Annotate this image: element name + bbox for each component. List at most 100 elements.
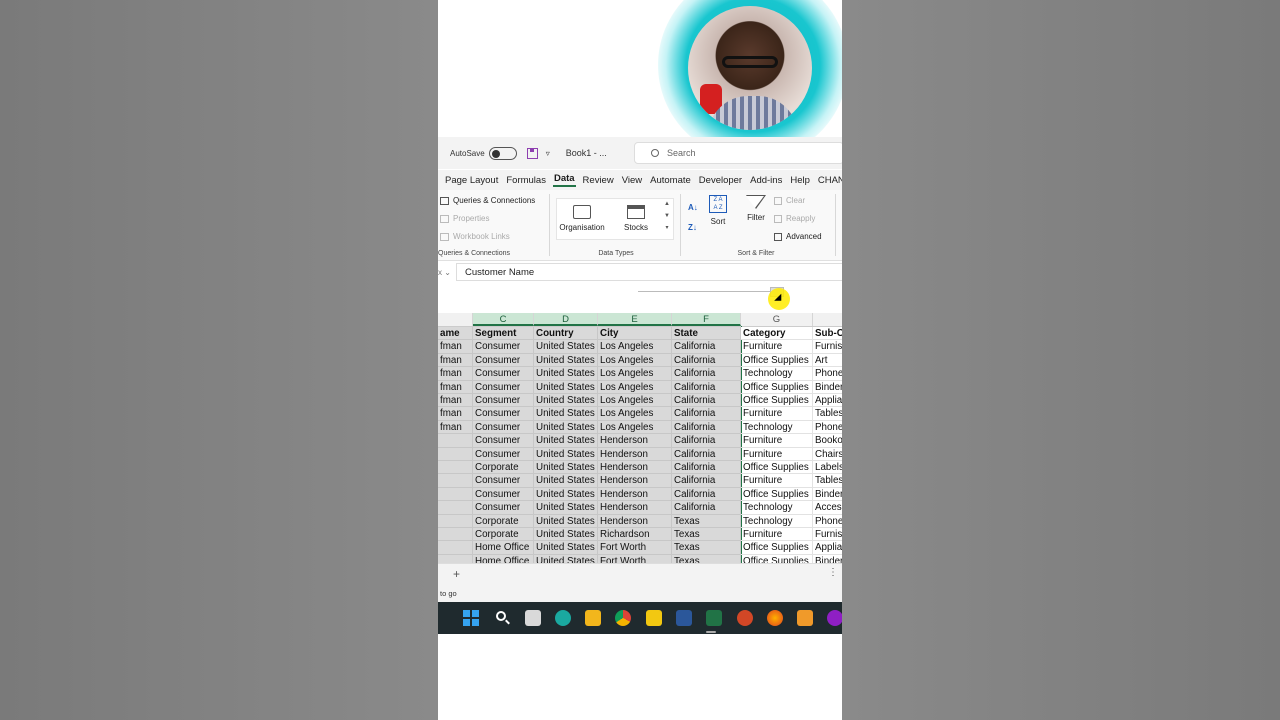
- tab-help[interactable]: Help: [789, 175, 811, 186]
- cell[interactable]: Henderson: [598, 487, 672, 502]
- cell[interactable]: [438, 528, 473, 542]
- cell[interactable]: United States: [534, 528, 598, 542]
- search-input[interactable]: Search: [634, 142, 842, 164]
- add-sheet-button[interactable]: +: [453, 567, 460, 581]
- excel-icon[interactable]: [706, 610, 722, 626]
- cell[interactable]: Consumer: [473, 394, 534, 408]
- column-header-col-g[interactable]: G: [741, 313, 813, 326]
- cell[interactable]: Technology: [741, 501, 813, 515]
- more-options-icon[interactable]: ⋮: [828, 567, 838, 578]
- cell[interactable]: Furniture: [741, 434, 813, 448]
- column-header-col-d[interactable]: D: [534, 313, 598, 326]
- cell[interactable]: Texas: [672, 554, 741, 563]
- column-header-col-c[interactable]: C: [473, 313, 534, 326]
- chrome-icon[interactable]: [615, 610, 631, 626]
- cell[interactable]: Corporate: [473, 461, 534, 475]
- taskbar-search-icon[interactable]: [495, 610, 511, 626]
- cell[interactable]: Office Supplies: [741, 394, 813, 408]
- cell[interactable]: fman: [438, 367, 473, 381]
- cell[interactable]: Office Supplies: [741, 380, 813, 394]
- tab-automate[interactable]: Automate: [649, 175, 692, 186]
- cell[interactable]: Henderson: [598, 434, 672, 448]
- sort-button[interactable]: Z AA Z Sort: [706, 195, 730, 226]
- properties-button[interactable]: Properties: [440, 214, 489, 223]
- cell[interactable]: Furniture: [741, 447, 813, 461]
- cell[interactable]: [438, 501, 473, 515]
- cell[interactable]: fman: [438, 407, 473, 421]
- queries-connections-button[interactable]: Queries & Connections: [440, 196, 535, 205]
- stocks-button[interactable]: Stocks: [611, 203, 661, 232]
- cell[interactable]: Los Angeles: [598, 420, 672, 435]
- cell[interactable]: California: [672, 380, 741, 394]
- cell[interactable]: California: [672, 367, 741, 381]
- cell[interactable]: Furniture: [741, 340, 813, 354]
- cell[interactable]: Sub-C: [813, 327, 842, 341]
- cell[interactable]: California: [672, 394, 741, 408]
- cell[interactable]: California: [672, 501, 741, 515]
- cell[interactable]: [438, 487, 473, 502]
- cell[interactable]: Office Supplies: [741, 461, 813, 475]
- cell[interactable]: Henderson: [598, 514, 672, 528]
- cell[interactable]: United States: [534, 367, 598, 381]
- cell[interactable]: California: [672, 340, 741, 354]
- cell[interactable]: United States: [534, 487, 598, 502]
- cell[interactable]: Office Supplies: [741, 541, 813, 555]
- cell[interactable]: California: [672, 434, 741, 448]
- cell[interactable]: Corporate: [473, 528, 534, 542]
- cell[interactable]: Acces: [813, 501, 842, 515]
- cell[interactable]: Labels: [813, 461, 842, 475]
- cell[interactable]: Henderson: [598, 461, 672, 475]
- cell[interactable]: Consumer: [473, 434, 534, 448]
- tab-formulas[interactable]: Formulas: [505, 175, 547, 186]
- filter-button[interactable]: Filter: [744, 195, 768, 222]
- windows-start-icon[interactable]: [463, 610, 479, 626]
- orange-app-icon[interactable]: [797, 610, 813, 626]
- cell[interactable]: fman: [438, 420, 473, 435]
- cell[interactable]: Chairs: [813, 448, 842, 461]
- cell[interactable]: United States: [534, 474, 598, 488]
- cell[interactable]: Consumer: [473, 474, 534, 488]
- cell[interactable]: Consumer: [473, 420, 534, 435]
- cell[interactable]: Henderson: [598, 501, 672, 515]
- tab-change[interactable]: CHANGE: [817, 175, 842, 186]
- cell[interactable]: fman: [438, 394, 473, 408]
- cell[interactable]: United States: [534, 420, 598, 435]
- cell[interactable]: California: [672, 353, 741, 368]
- purple-app-icon[interactable]: [827, 610, 842, 626]
- cell[interactable]: City: [598, 327, 672, 341]
- cell[interactable]: Corporate: [473, 514, 534, 528]
- column-header-col-b[interactable]: [438, 313, 473, 326]
- cell[interactable]: Segment: [473, 327, 534, 341]
- cell[interactable]: United States: [534, 394, 598, 408]
- cell[interactable]: Technology: [741, 420, 813, 435]
- cell[interactable]: Office Supplies: [741, 487, 813, 502]
- cell[interactable]: California: [672, 474, 741, 488]
- cell[interactable]: fman: [438, 340, 473, 354]
- cell[interactable]: California: [672, 420, 741, 435]
- cell[interactable]: California: [672, 461, 741, 475]
- cell[interactable]: Consumer: [473, 487, 534, 502]
- save-icon[interactable]: [526, 147, 538, 159]
- cell[interactable]: United States: [534, 447, 598, 461]
- reapply-button[interactable]: Reapply: [774, 214, 815, 223]
- cell[interactable]: Booko: [813, 434, 842, 448]
- cell[interactable]: Consumer: [473, 407, 534, 421]
- cell[interactable]: United States: [534, 380, 598, 394]
- worksheet-grid[interactable]: CDEFG ame Segment Country City State Category…: [438, 313, 842, 563]
- powerpoint-icon[interactable]: [737, 610, 753, 626]
- cell[interactable]: Office Supplies: [741, 353, 813, 368]
- cell[interactable]: Phone: [813, 421, 842, 435]
- task-view-icon[interactable]: [525, 610, 541, 626]
- cell[interactable]: Art: [813, 354, 842, 368]
- cell[interactable]: [438, 461, 473, 475]
- cell[interactable]: [438, 514, 473, 528]
- cell[interactable]: Consumer: [473, 367, 534, 381]
- cell[interactable]: Applia: [813, 394, 842, 408]
- cell[interactable]: Los Angeles: [598, 394, 672, 408]
- column-header-col-e[interactable]: E: [598, 313, 672, 326]
- organisation-button[interactable]: Organisation: [557, 203, 607, 232]
- cell[interactable]: United States: [534, 541, 598, 555]
- autosave-toggle[interactable]: [488, 146, 517, 160]
- gallery-scroll[interactable]: ▲ ▼ ▾: [662, 198, 672, 238]
- cell[interactable]: Texas: [672, 528, 741, 542]
